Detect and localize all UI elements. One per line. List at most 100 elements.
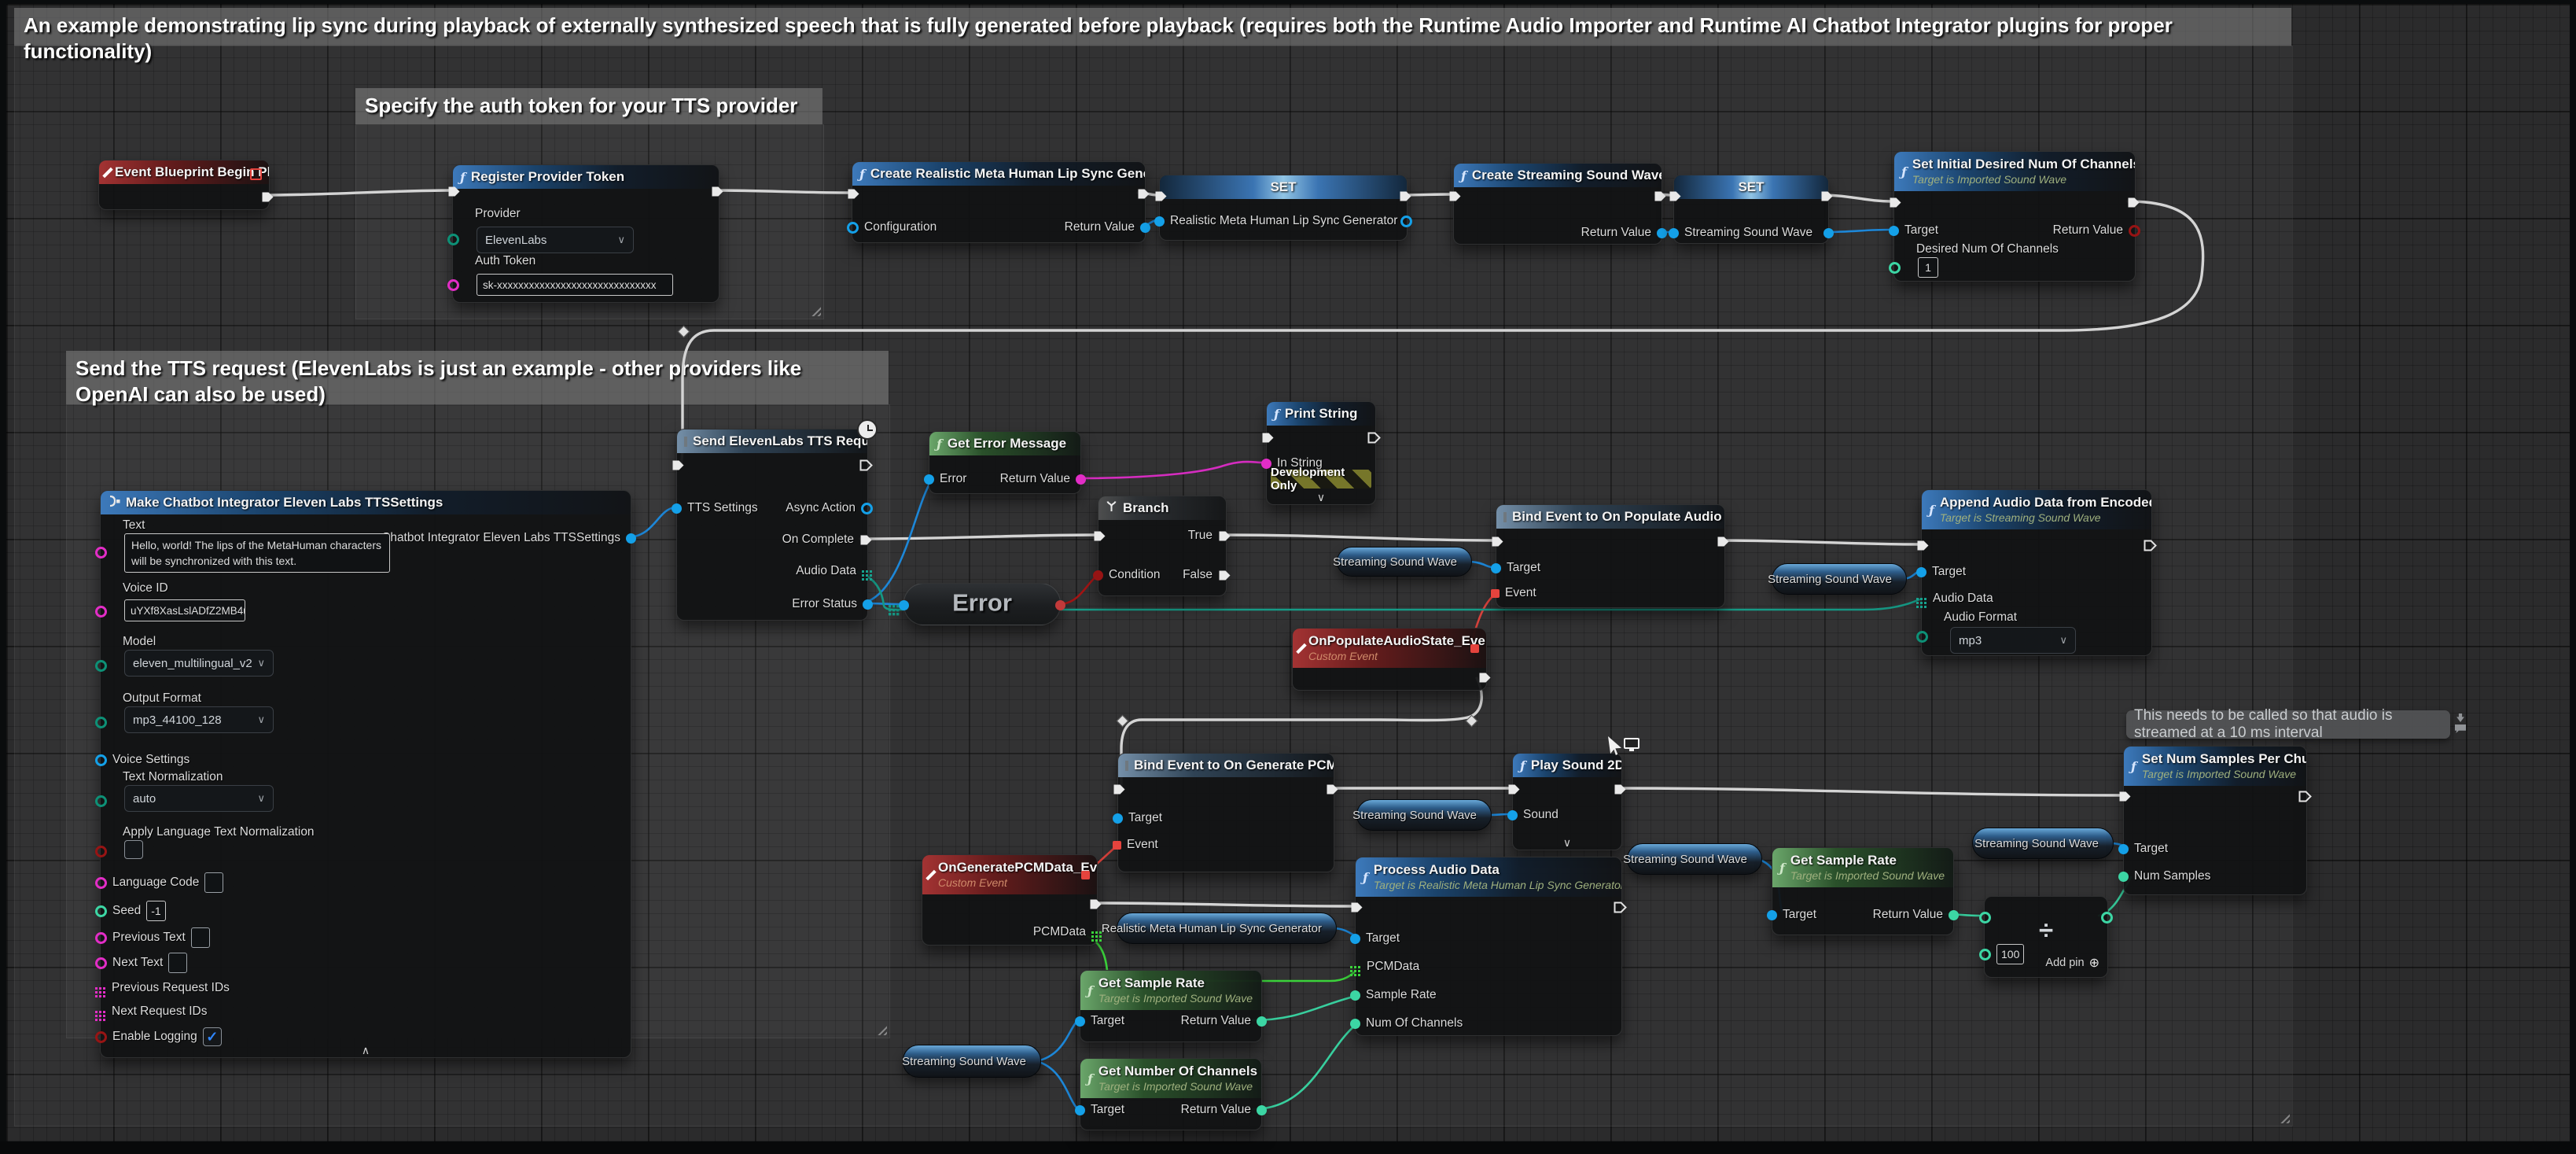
value-box[interactable] bbox=[168, 953, 187, 973]
pin-target[interactable]: Target bbox=[1075, 1013, 1124, 1029]
pin-async-action[interactable]: Async Action bbox=[786, 500, 873, 516]
pin-exec[interactable] bbox=[2298, 788, 2312, 804]
ongeneratepcmdata-event[interactable]: OnGeneratePCMData_EventCustom EventPCMDa… bbox=[922, 854, 1098, 946]
pin-exec[interactable] bbox=[1113, 781, 1126, 797]
pin-sound[interactable]: Sound bbox=[1507, 807, 1558, 823]
pin-target[interactable]: Target bbox=[1075, 1102, 1124, 1118]
set-realistic-lip-sync-generator[interactable]: SETRealistic Meta Human Lip Sync Generat… bbox=[1159, 175, 1408, 241]
pin-return-value[interactable]: Return Value bbox=[1581, 225, 1667, 241]
pin-return-value[interactable]: Return Value bbox=[2053, 223, 2140, 238]
pin-exec[interactable] bbox=[1399, 188, 1412, 204]
number-field[interactable]: 1 bbox=[1918, 257, 1938, 278]
pill-streaming-sound-wave-6[interactable]: Streaming Sound Wave bbox=[903, 1045, 1041, 1078]
pin-exec[interactable] bbox=[1654, 188, 1667, 204]
event-blueprint-begin-play[interactable]: Event Blueprint Begin Play bbox=[98, 160, 270, 210]
pill-streaming-sound-wave-2[interactable]: Streaming Sound Wave bbox=[1772, 563, 1907, 595]
dropdown-mp3-44100-128[interactable]: mp3_44100_128∨ bbox=[124, 706, 274, 733]
pin-bubble-icon[interactable] bbox=[2455, 713, 2466, 722]
pin-exec[interactable] bbox=[1491, 533, 1504, 549]
pin-on-complete[interactable]: On Complete bbox=[782, 532, 873, 548]
bind-event-to-on-populate-audio-state[interactable]: Bind Event to On Populate Audio StateTar… bbox=[1496, 504, 1725, 608]
pin-voice-settings[interactable]: Voice Settings bbox=[95, 752, 190, 768]
send-elevenlabs-tts-request[interactable]: Send ElevenLabs TTS RequestTTS SettingsA… bbox=[676, 429, 868, 621]
pin-event[interactable]: Event bbox=[1491, 585, 1536, 601]
pin-exec[interactable] bbox=[1614, 781, 1627, 797]
pin-next-request-ids[interactable]: Next Request IDs bbox=[95, 1004, 207, 1019]
text-input[interactable]: sk-xxxxxxxxxxxxxxxxxxxxxxxxxxxxxx bbox=[477, 274, 673, 296]
pin-in-string[interactable]: In String bbox=[1261, 455, 1323, 471]
pill-streaming-sound-wave-4[interactable]: Streaming Sound Wave bbox=[1627, 843, 1762, 875]
number-field[interactable]: 100 bbox=[1996, 944, 2024, 964]
add-pin-button[interactable]: Add pin⊕ bbox=[2045, 955, 2099, 971]
get-error-message[interactable]: ƒGet Error MessageErrorReturn Value bbox=[929, 431, 1081, 494]
pin-data[interactable]: 100 bbox=[1979, 946, 2024, 962]
pin-chatbot-integrator-eleven-labs-ttssettings[interactable]: Chatbot Integrator Eleven Labs TTSSettin… bbox=[381, 530, 636, 546]
comment-bubble-icon[interactable] bbox=[2455, 724, 2466, 733]
set-initial-desired-num-of-channels[interactable]: ƒSet Initial Desired Num Of ChannelsTarg… bbox=[1893, 151, 2136, 282]
pin-target[interactable]: Target bbox=[1889, 223, 1938, 238]
pin-exec[interactable] bbox=[447, 183, 461, 199]
pin-exec[interactable] bbox=[2144, 537, 2157, 553]
pin-data[interactable] bbox=[1400, 213, 1412, 229]
set-num-samples-per-chunk[interactable]: ƒSet Num Samples Per ChunkTarget is Impo… bbox=[2123, 746, 2307, 895]
pin-exec[interactable] bbox=[711, 183, 724, 199]
pin-text-normalization[interactable] bbox=[95, 793, 107, 809]
pin-return-value[interactable]: Return Value bbox=[1000, 471, 1086, 487]
pin-data[interactable] bbox=[1055, 597, 1065, 613]
print-string[interactable]: ƒPrint StringDevelopment Only∨In String bbox=[1266, 401, 1376, 505]
onpopulateaudiostate-event[interactable]: OnPopulateAudioState_EventCustom Event bbox=[1292, 628, 1487, 691]
pin-data[interactable] bbox=[1979, 909, 1991, 925]
register-provider-token[interactable]: ƒRegister Provider TokenProviderAuth Tok… bbox=[452, 164, 719, 303]
make-chatbot-integrator-eleven-labs-ttssettings[interactable]: Make Chatbot Integrator Eleven Labs TTSS… bbox=[100, 490, 631, 1058]
pin-target[interactable]: Target bbox=[1350, 931, 1400, 946]
textarea-input[interactable]: Hello, world! The lips of the MetaHuman … bbox=[124, 533, 390, 573]
dropdown-eleven-multilingual-v2[interactable]: eleven_multilingual_v2∨ bbox=[124, 650, 274, 677]
pin-data[interactable] bbox=[899, 597, 909, 613]
pin-target[interactable]: Target bbox=[1113, 810, 1162, 826]
pin-exec[interactable] bbox=[1367, 430, 1381, 445]
pin-streaming-sound-wave[interactable]: Streaming Sound Wave bbox=[1669, 225, 1812, 241]
pin-exec[interactable] bbox=[1350, 899, 1363, 915]
get-number-of-channels[interactable]: ƒGet Number Of ChannelsTarget is Importe… bbox=[1080, 1058, 1262, 1130]
pin-return-value[interactable]: Return Value bbox=[1181, 1013, 1267, 1029]
pin-exec[interactable] bbox=[847, 186, 860, 201]
bind-event-to-on-generate-pcmdata[interactable]: Bind Event to On Generate PCMDataTargetE… bbox=[1117, 753, 1334, 872]
pin-auth-token[interactable] bbox=[447, 277, 459, 293]
pin-exec[interactable] bbox=[1261, 430, 1275, 445]
pill-streaming-sound-wave-1[interactable]: Streaming Sound Wave bbox=[1337, 547, 1472, 577]
get-sample-rate-lower[interactable]: ƒGet Sample RateTarget is Imported Sound… bbox=[1080, 970, 1262, 1042]
pin-realistic-meta-human-lip-sync-generator[interactable]: Realistic Meta Human Lip Sync Generator bbox=[1154, 213, 1397, 229]
pin-next-text[interactable]: Next Text bbox=[95, 955, 187, 971]
pin-seed[interactable]: Seed-1 bbox=[95, 903, 166, 919]
pin-sample-rate[interactable]: Sample Rate bbox=[1350, 987, 1437, 1003]
pin-target[interactable]: Target bbox=[1491, 560, 1540, 576]
pin-voice-id[interactable] bbox=[95, 603, 107, 619]
pin-exec[interactable] bbox=[859, 457, 873, 473]
pin-audio-format[interactable] bbox=[1916, 629, 1928, 644]
chevron-up-icon[interactable]: ∧ bbox=[101, 1044, 631, 1056]
pin-exec[interactable] bbox=[1916, 537, 1930, 553]
pin-language-code[interactable]: Language Code bbox=[95, 875, 223, 890]
pin-exec[interactable] bbox=[1154, 188, 1168, 204]
pin-data[interactable] bbox=[2101, 909, 2113, 925]
node-comment-bubble[interactable]: This needs to be called so that audio is… bbox=[2126, 710, 2450, 739]
pin-output-format[interactable] bbox=[95, 714, 107, 730]
pin-exec[interactable] bbox=[1137, 186, 1150, 201]
error-collapsed-node[interactable]: Error bbox=[903, 583, 1061, 625]
get-sample-rate-upper[interactable]: ƒGet Sample RateTarget is Imported Sound… bbox=[1772, 847, 1954, 935]
chevron-down-icon[interactable]: ∨ bbox=[1513, 836, 1621, 849]
pin-data[interactable] bbox=[1823, 225, 1834, 241]
delegate-pin-icon[interactable] bbox=[250, 168, 262, 180]
pin-text[interactable] bbox=[95, 544, 107, 560]
process-audio-data[interactable]: ƒProcess Audio DataTarget is Realistic M… bbox=[1355, 857, 1622, 1036]
pin-exec[interactable] bbox=[2127, 194, 2140, 210]
pin-num-samples[interactable]: Num Samples bbox=[2118, 868, 2210, 884]
create-realistic-metahuman-lip-sync-generator[interactable]: ƒCreate Realistic Meta Human Lip Sync Ge… bbox=[852, 161, 1146, 243]
text-input[interactable]: uYXf8XasLslADfZ2MB4u bbox=[124, 599, 245, 621]
pin-exec[interactable] bbox=[1448, 188, 1462, 204]
play-sound-2d[interactable]: ƒPlay Sound 2D∨Sound bbox=[1512, 753, 1622, 850]
pin-exec[interactable] bbox=[1669, 188, 1682, 204]
pin-exec[interactable] bbox=[1089, 896, 1102, 912]
pin-pcmdata[interactable]: PCMData bbox=[1350, 959, 1419, 975]
pin-exec[interactable] bbox=[2118, 788, 2132, 804]
